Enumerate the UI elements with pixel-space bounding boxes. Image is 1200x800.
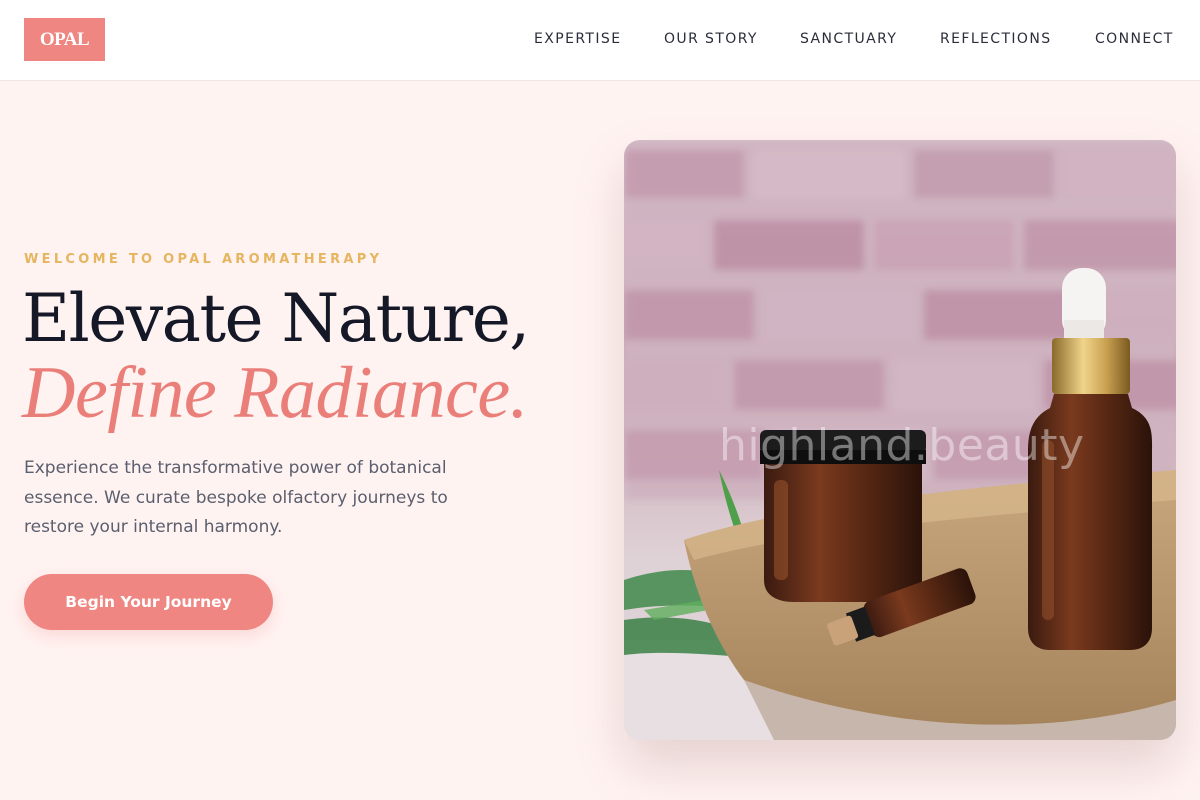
nav-link-reflections[interactable]: REFLECTIONS: [940, 31, 1052, 47]
hero-eyebrow: WELCOME TO OPAL AROMATHERAPY: [24, 252, 383, 267]
nav-link-connect[interactable]: CONNECT: [1095, 31, 1174, 47]
nav-link-expertise[interactable]: EXPERTISE: [534, 31, 621, 47]
hero-image: highland.beauty: [624, 140, 1176, 740]
site-header: OPAL EXPERTISE OUR STORY SANCTUARY REFLE…: [0, 0, 1200, 81]
hero-headline-line2: Define Radiance.: [22, 352, 528, 434]
hero-headline: Elevate Nature, Define Radiance.: [22, 280, 530, 434]
begin-journey-button[interactable]: Begin Your Journey: [24, 574, 273, 630]
nav-link-our-story[interactable]: OUR STORY: [664, 31, 758, 47]
main-nav: EXPERTISE OUR STORY SANCTUARY REFLECTION…: [0, 0, 1200, 80]
hero-headline-line1: Elevate Nature,: [22, 280, 530, 357]
hero-description: Experience the transformative power of b…: [24, 458, 448, 537]
image-watermark: highland.beauty: [719, 420, 1085, 471]
nav-link-sanctuary[interactable]: SANCTUARY: [800, 31, 897, 47]
